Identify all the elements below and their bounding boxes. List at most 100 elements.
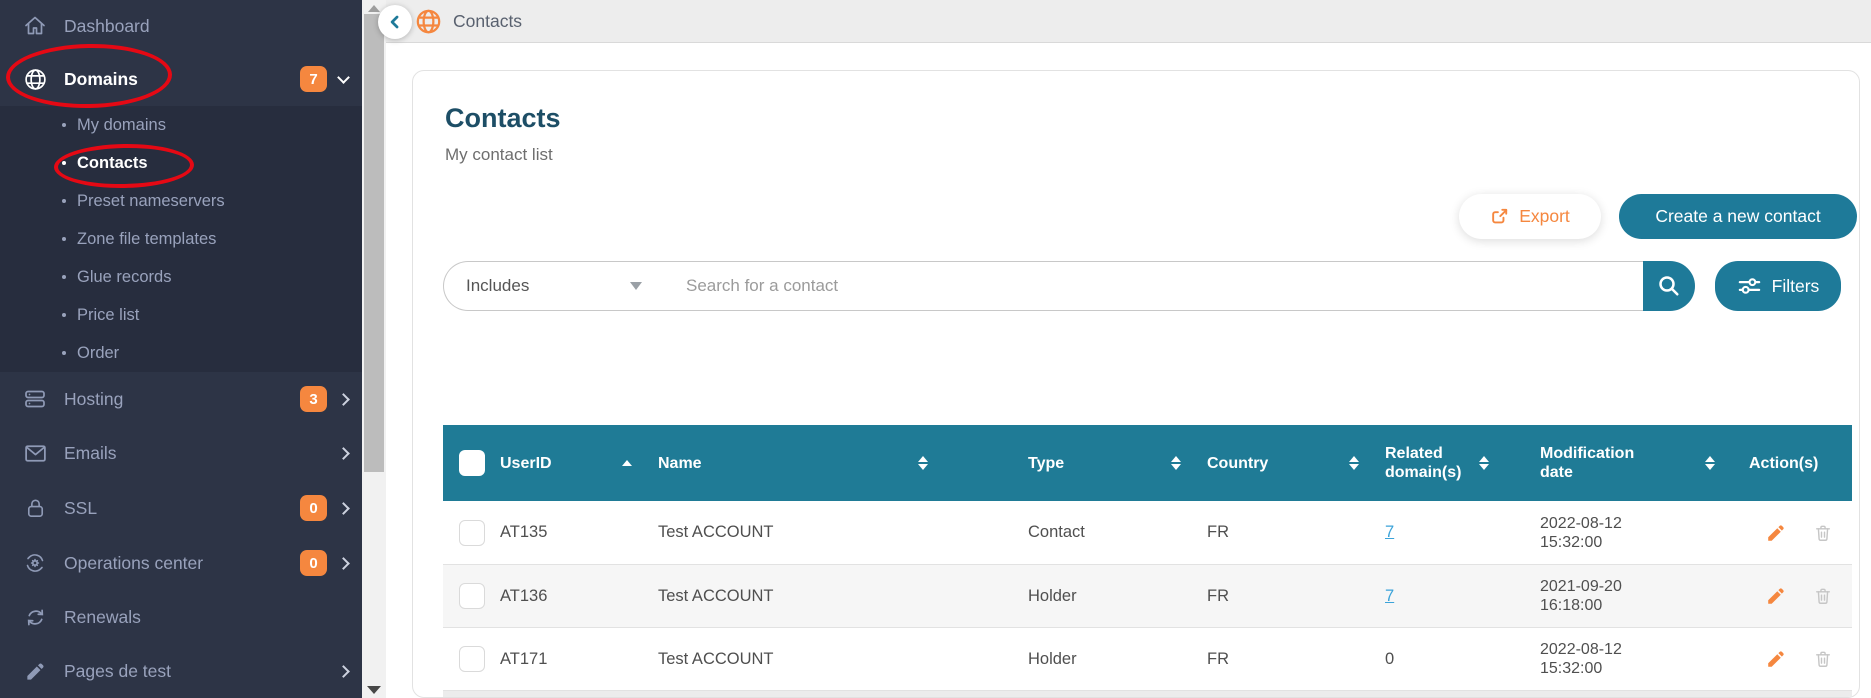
related-domains-value: 0 <box>1385 649 1395 668</box>
column-label: UserID <box>500 454 552 472</box>
cell-country: FR <box>1207 586 1229 605</box>
cell-modified-time: 16:18:00 <box>1540 597 1603 614</box>
select-all-checkbox[interactable] <box>459 450 485 476</box>
sliders-icon <box>1738 278 1760 294</box>
contact-search-bar: Includes <box>443 261 1695 311</box>
dropdown-arrow-icon <box>630 282 642 290</box>
filters-button[interactable]: Filters <box>1715 261 1841 311</box>
edit-button[interactable] <box>1765 648 1787 670</box>
column-header-country[interactable]: Country <box>1207 425 1385 501</box>
sidebar-item-ssl[interactable]: SSL 0 <box>0 480 362 536</box>
column-header-name[interactable]: Name <box>658 425 1028 501</box>
search-input[interactable] <box>656 276 1643 296</box>
subitem-label: My domains <box>77 115 166 134</box>
search-mode-select[interactable]: Includes <box>444 276 656 296</box>
cell-userid: AT136 <box>500 586 548 605</box>
sidebar-subitem-price-list[interactable]: Price list <box>0 296 362 334</box>
contacts-table: UserID Name Type Country Related domain(… <box>443 425 1852 697</box>
sort-asc-icon[interactable] <box>622 460 632 466</box>
search-button[interactable] <box>1643 261 1695 311</box>
sort-icon[interactable] <box>918 455 928 471</box>
cell-type: Holder <box>1028 649 1077 668</box>
scroll-down-arrow-icon[interactable] <box>367 686 381 694</box>
column-label: Modification date <box>1540 445 1635 481</box>
sidebar-subitem-my-domains[interactable]: My domains <box>0 106 362 144</box>
sort-icon[interactable] <box>1349 455 1359 471</box>
breadcrumb[interactable]: Contacts <box>453 11 522 32</box>
subitem-label: Order <box>77 343 120 362</box>
column-header-related-domains[interactable]: Related domain(s) <box>1385 425 1495 501</box>
sidebar-item-domains[interactable]: Domains 7 <box>0 52 362 106</box>
topbar: Contacts <box>378 0 1871 43</box>
sidebar-item-hosting[interactable]: Hosting 3 <box>0 372 362 426</box>
delete-button[interactable] <box>1813 523 1833 543</box>
sidebar-subitem-glue-records[interactable]: Glue records <box>0 258 362 296</box>
sidebar-item-label: Emails <box>64 442 117 463</box>
sidebar-item-label: Renewals <box>64 606 141 627</box>
edit-button[interactable] <box>1765 585 1787 607</box>
create-contact-button[interactable]: Create a new contact <box>1619 194 1857 239</box>
chevron-right-icon <box>337 501 350 515</box>
table-header-row: UserID Name Type Country Related domain(… <box>443 425 1852 501</box>
sidebar-item-label: Operations center <box>64 552 204 573</box>
pencil-icon <box>22 658 48 684</box>
column-header-type[interactable]: Type <box>1028 425 1207 501</box>
edit-pencil-icon <box>1768 588 1784 604</box>
bullet-icon <box>62 161 66 165</box>
sidebar-item-dashboard[interactable]: Dashboard <box>0 0 362 52</box>
bullet-icon <box>62 237 66 241</box>
cell-name: Test ACCOUNT <box>658 523 774 541</box>
sort-icon[interactable] <box>1479 455 1489 471</box>
sidebar-item-emails[interactable]: Emails <box>0 426 362 480</box>
column-header-modification-date[interactable]: Modification date <box>1495 425 1725 501</box>
table-bottom-scroll-track <box>443 690 1852 697</box>
sidebar-subitem-contacts[interactable]: Contacts <box>0 144 362 182</box>
chevron-right-icon <box>337 392 350 406</box>
subitem-label: Zone file templates <box>77 229 217 248</box>
envelope-icon <box>22 440 48 466</box>
scroll-up-arrow-icon[interactable] <box>368 5 380 12</box>
related-domains-link[interactable]: 7 <box>1385 523 1394 542</box>
export-button[interactable]: Export <box>1459 194 1601 239</box>
bullet-icon <box>62 275 66 279</box>
column-label: Country <box>1207 454 1269 472</box>
sort-icon[interactable] <box>1171 455 1181 471</box>
cell-modified-date: 2022-08-12 <box>1540 641 1622 658</box>
scrollbar-thumb[interactable] <box>364 14 384 472</box>
sidebar-item-operations-center[interactable]: Operations center 0 <box>0 536 362 590</box>
table-row: AT135 Test ACCOUNT Contact FR 7 2022-08-… <box>443 501 1852 564</box>
gear-sync-icon <box>22 550 48 576</box>
sidebar-item-renewals[interactable]: Renewals <box>0 590 362 644</box>
breadcrumb-globe-icon <box>415 8 442 35</box>
table-row: AT171 Test ACCOUNT Holder FR 0 2022-08-1… <box>443 627 1852 690</box>
sidebar-subitem-zone-file-templates[interactable]: Zone file templates <box>0 220 362 258</box>
delete-button[interactable] <box>1813 649 1833 669</box>
sidebar-subitem-order[interactable]: Order <box>0 334 362 372</box>
trash-icon <box>1816 651 1830 667</box>
sort-icon[interactable] <box>1705 455 1715 471</box>
row-checkbox[interactable] <box>459 646 485 672</box>
column-header-userid[interactable]: UserID <box>500 425 658 501</box>
sidebar-collapse-button[interactable] <box>378 5 412 39</box>
column-label: Name <box>658 454 702 472</box>
server-icon <box>22 386 48 412</box>
cell-type: Holder <box>1028 586 1077 605</box>
export-icon <box>1492 208 1508 224</box>
sidebar-subitem-preset-nameservers[interactable]: Preset nameservers <box>0 182 362 220</box>
page-title: Contacts <box>445 103 561 133</box>
home-icon <box>22 13 48 39</box>
related-domains-link[interactable]: 7 <box>1385 587 1394 606</box>
chevron-right-icon <box>337 556 350 570</box>
cell-modified-time: 15:32:00 <box>1540 533 1603 551</box>
row-checkbox[interactable] <box>459 583 485 609</box>
search-mode-value: Includes <box>466 276 530 295</box>
row-checkbox[interactable] <box>459 519 485 546</box>
trash-icon <box>1816 525 1830 541</box>
cell-country: FR <box>1207 523 1229 541</box>
column-label: Type <box>1028 454 1065 472</box>
edit-button[interactable] <box>1765 522 1787 544</box>
cell-country: FR <box>1207 649 1229 668</box>
delete-button[interactable] <box>1813 586 1833 606</box>
sidebar-scrollbar[interactable] <box>362 0 386 698</box>
sidebar-item-pages-de-test[interactable]: Pages de test <box>0 644 362 698</box>
